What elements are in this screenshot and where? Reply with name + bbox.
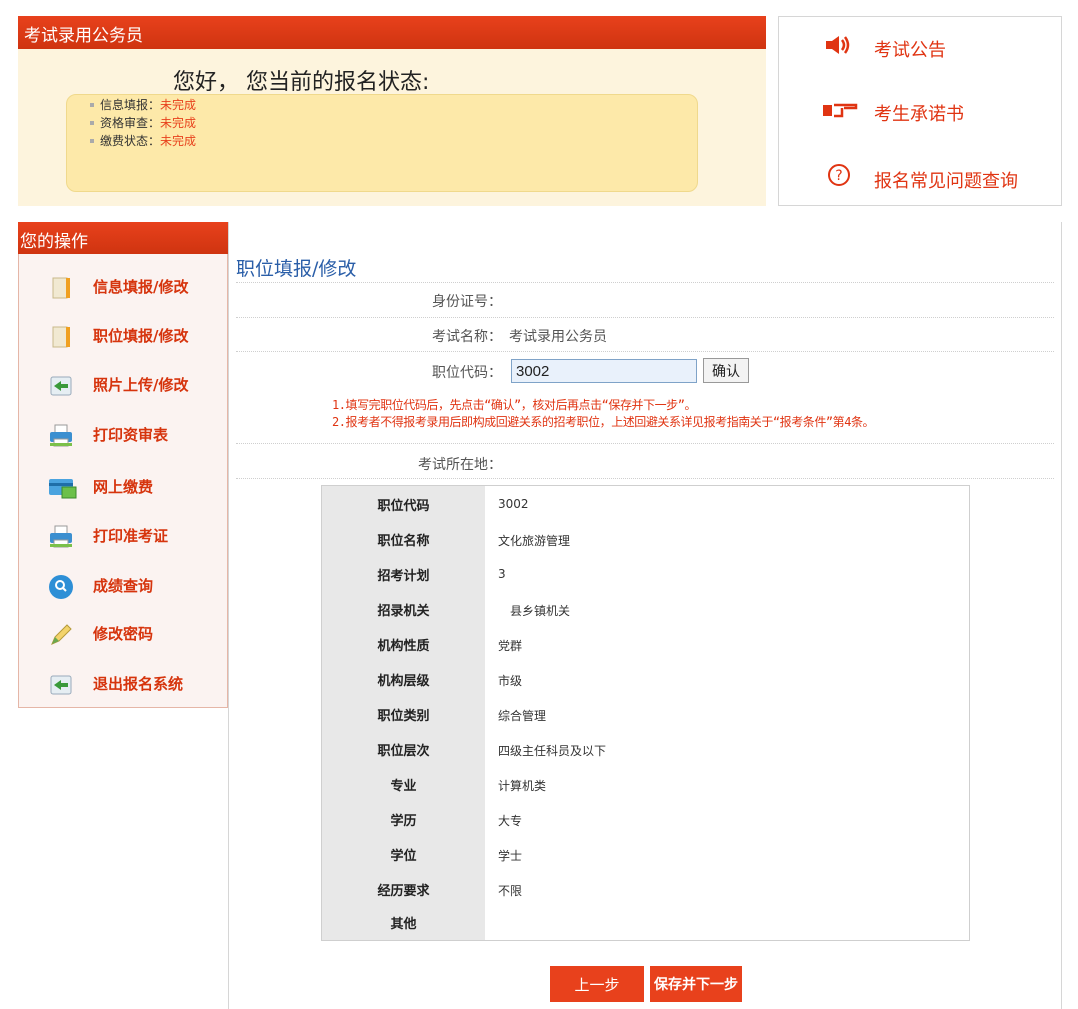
status-greeting: 您好， 您当前的报名状态:: [173, 70, 430, 95]
sidebar-item-change-password[interactable]: 修改密码: [44, 619, 224, 659]
sidebar-item-label: 职位填报/修改: [93, 327, 189, 345]
detail-value: 市级: [498, 674, 523, 688]
divider: [236, 443, 1054, 444]
detail-value: 党群: [498, 639, 523, 653]
detail-value: 学士: [498, 849, 523, 863]
status-value: 未完成: [160, 98, 197, 112]
save-and-next-button[interactable]: 保存并下一步: [650, 966, 742, 1002]
detail-key: 学位: [390, 849, 417, 864]
magnifier-icon: [48, 574, 74, 600]
instruction-notes: 1.填写完职位代码后，先点击“确认”，核对后再点击“保存并下一步”。 2.报考者…: [332, 397, 875, 431]
detail-key: 职位层次: [377, 744, 430, 759]
position-code-input[interactable]: [511, 359, 697, 383]
sidebar-item-logout[interactable]: 退出报名系统: [44, 669, 224, 709]
status-item-review: 资格审查：未完成: [88, 114, 196, 132]
detail-value: 计算机类: [498, 779, 547, 793]
status-item-payment: 缴费状态：未完成: [88, 132, 196, 150]
sidebar-item-photo-upload[interactable]: 照片上传/修改: [44, 370, 224, 410]
sidebar-item-label: 修改密码: [93, 625, 154, 643]
sidebar-item-label: 照片上传/修改: [93, 376, 189, 394]
sidebar-item-score-query[interactable]: 成绩查询: [44, 571, 224, 611]
status-item-info: 信息填报：未完成: [88, 96, 196, 114]
detail-value: 大专: [498, 814, 523, 828]
detail-value: 四级主任科员及以下: [498, 744, 607, 758]
detail-key: 专业: [390, 779, 417, 794]
exit-arrow-icon: [48, 672, 74, 698]
detail-value: 3: [498, 567, 506, 581]
detail-value: 县乡镇机关: [498, 604, 571, 618]
status-value: 未完成: [160, 134, 197, 148]
detail-value: 综合管理: [498, 709, 547, 723]
status-value: 未完成: [160, 116, 197, 130]
sidebar-item-print-review[interactable]: 打印资审表: [44, 420, 224, 460]
exit-arrow-icon: [48, 373, 74, 399]
divider: [236, 317, 1054, 318]
note-line: 2.报考者不得报考录用后即构成回避关系的招考职位，上述回避关系详见报考指南关于“…: [332, 415, 875, 429]
svg-text:?: ?: [835, 168, 842, 184]
sidebar-item-label: 信息填报/修改: [93, 278, 189, 296]
sidebar-item-label: 成绩查询: [93, 577, 154, 595]
detail-key: 招考计划: [377, 569, 430, 584]
detail-key: 其他: [390, 917, 417, 932]
link-candidate-pledge[interactable]: 考生承诺书: [822, 100, 964, 126]
book-icon: [48, 275, 74, 301]
exam-location-label: 考试所在地：: [418, 457, 502, 473]
detail-key: 职位名称: [377, 534, 430, 549]
page-title: 职位填报/修改: [236, 258, 357, 280]
sidebar-item-label: 打印准考证: [93, 527, 169, 545]
sidebar-item-info-fill[interactable]: 信息填报/修改: [44, 272, 224, 312]
printer-icon: [48, 524, 74, 550]
status-list: 信息填报：未完成 资格审查：未完成 缴费状态：未完成: [88, 96, 196, 150]
sidebar-item-label: 打印资审表: [93, 426, 169, 444]
divider: [236, 351, 1054, 352]
detail-key: 职位代码: [377, 499, 430, 514]
exam-name-value: 考试录用公务员: [509, 329, 607, 345]
question-icon: ?: [822, 163, 856, 192]
detail-key: 学历: [390, 814, 417, 829]
previous-step-button[interactable]: 上一步: [550, 966, 644, 1002]
sidebar-item-print-admission[interactable]: 打印准考证: [44, 521, 224, 561]
sidebar-title: 您的操作: [20, 232, 88, 252]
position-code-label: 职位代码：: [432, 365, 502, 381]
link-exam-notice[interactable]: 考试公告: [822, 34, 946, 62]
pencil-icon: [48, 622, 74, 648]
detail-value: 文化旅游管理: [498, 534, 571, 548]
link-faq[interactable]: ? 报名常见问题查询: [822, 163, 1018, 193]
exam-name-label: 考试名称：: [432, 329, 502, 345]
payment-icon: [48, 475, 77, 501]
sidebar-item-online-payment[interactable]: 网上缴费: [44, 472, 224, 512]
detail-key: 机构层级: [377, 674, 430, 689]
confirm-button[interactable]: 确认: [703, 358, 749, 383]
detail-key: 经历要求: [377, 884, 430, 899]
speaker-icon: [822, 34, 856, 61]
note-line: 1.填写完职位代码后，先点击“确认”，核对后再点击“保存并下一步”。: [332, 398, 697, 412]
detail-value: 3002: [498, 497, 529, 511]
detail-key: 机构性质: [377, 639, 430, 654]
book-icon: [48, 324, 74, 350]
status-panel-title: 考试录用公务员: [24, 26, 143, 46]
divider: [236, 282, 1054, 283]
divider: [236, 478, 1054, 479]
detail-key: 招录机关: [377, 604, 430, 619]
detail-key: 职位类别: [377, 709, 430, 724]
pointing-hand-icon: [822, 100, 858, 125]
sidebar-item-position-fill[interactable]: 职位填报/修改: [44, 321, 224, 361]
sidebar-item-label: 退出报名系统: [93, 675, 184, 693]
detail-value: 不限: [498, 884, 523, 898]
id-number-label: 身份证号：: [432, 294, 502, 310]
printer-icon: [48, 423, 74, 449]
sidebar-item-label: 网上缴费: [93, 478, 154, 496]
